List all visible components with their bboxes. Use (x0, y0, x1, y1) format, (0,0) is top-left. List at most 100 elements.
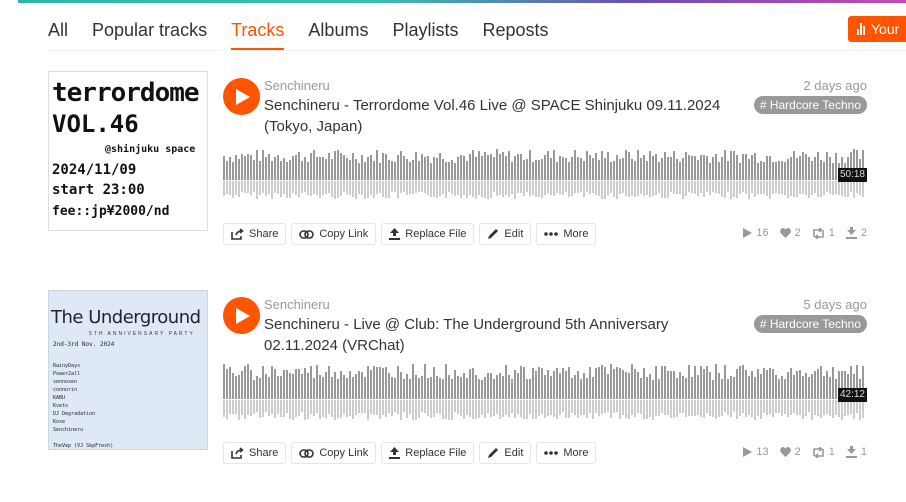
plays-stat[interactable]: 16 (743, 227, 769, 239)
artwork-text: Senchineru (53, 427, 84, 433)
likes-stat[interactable]: 2 (779, 446, 801, 458)
tab-albums[interactable]: Albums (308, 18, 368, 50)
waveform[interactable] (223, 149, 867, 199)
tab-reposts[interactable]: Reposts (482, 18, 548, 50)
waveform-bar-reflection (226, 181, 228, 194)
waveform-bar (487, 373, 489, 399)
waveform-bar-reflection (490, 400, 492, 417)
tab-playlists[interactable]: Playlists (392, 18, 458, 50)
tab-popular-tracks[interactable]: Popular tracks (92, 18, 207, 50)
waveform-bar-reflection (256, 400, 258, 412)
waveform-bar (769, 156, 771, 180)
waveform-bar-reflection (628, 400, 630, 419)
waveform-bar (643, 368, 645, 399)
more-button[interactable]: More (536, 223, 597, 245)
tab-tracks[interactable]: Tracks (231, 18, 285, 50)
track-title[interactable]: Senchineru - Terrordome Vol.46 Live @ SP… (264, 95, 754, 137)
edit-button[interactable]: Edit (479, 442, 532, 464)
waveform-bar-reflection (550, 400, 552, 415)
your-insights-button[interactable]: Your (848, 16, 906, 42)
waveform-bar-reflection (715, 400, 717, 419)
reposts-stat[interactable]: 1 (812, 227, 835, 239)
track-stats: 13 2 1 1 (743, 446, 867, 458)
waveform-bar (283, 158, 285, 180)
downloads-stat[interactable]: 2 (845, 227, 867, 239)
track-uploader[interactable]: Senchineru (264, 78, 330, 93)
waveform-bar-reflection (820, 400, 822, 418)
waveform-bar-reflection (850, 400, 852, 414)
play-button[interactable] (223, 78, 260, 115)
waveform-bar (352, 153, 354, 180)
waveform-bar (754, 153, 756, 180)
waveform-bar (256, 376, 258, 399)
waveform-bar (721, 157, 723, 180)
genre-tag[interactable]: # Hardcore Techno (753, 315, 867, 333)
replace-file-button[interactable]: Replace File (381, 442, 475, 464)
waveform-bar (481, 156, 483, 180)
waveform-bar-reflection (559, 181, 561, 194)
likes-stat[interactable]: 2 (779, 227, 801, 239)
track-stats: 16 2 1 2 (743, 227, 867, 239)
track-artwork[interactable]: terrordome VOL.46 @shinjuku space 2024/1… (48, 71, 208, 231)
waveform-bar-reflection (328, 400, 330, 414)
waveform-bar (793, 151, 795, 180)
edit-button[interactable]: Edit (479, 223, 532, 245)
copy-link-button[interactable]: Copy Link (291, 442, 377, 464)
waveform-bar (655, 154, 657, 180)
waveform-bar (817, 369, 819, 399)
waveform-bar-reflection (532, 181, 534, 195)
waveform-bar (424, 157, 426, 180)
waveform-bar-reflection (745, 400, 747, 417)
waveform-bar (322, 377, 324, 399)
artwork-text: Power2all (53, 371, 81, 377)
waveform-bar (505, 156, 507, 180)
waveform-bar-reflection (247, 400, 249, 415)
waveform-bar-reflection (277, 400, 279, 414)
waveform-bar (337, 379, 339, 399)
share-button[interactable]: Share (223, 442, 287, 464)
artwork-text: RainyDays (53, 363, 81, 369)
waveform-bar-reflection (244, 400, 246, 419)
plays-stat[interactable]: 13 (743, 446, 769, 458)
artwork-text: TheVep (VJ SkpFresh) (53, 443, 114, 449)
track-uploader[interactable]: Senchineru (264, 297, 330, 312)
waveform-bar-reflection (460, 181, 462, 198)
waveform-bar (229, 367, 231, 399)
waveform-bar-reflection (685, 400, 687, 417)
copy-link-button[interactable]: Copy Link (291, 223, 377, 245)
waveform-bar (523, 160, 525, 180)
waveform-bar-reflection (517, 181, 519, 193)
waveform-bar (652, 380, 654, 399)
waveform-bar (454, 163, 456, 180)
waveform-bar-reflection (358, 181, 360, 194)
waveform-bar-reflection (790, 400, 792, 415)
waveform-bar-reflection (478, 400, 480, 418)
downloads-stat[interactable]: 1 (845, 446, 867, 458)
track-artwork[interactable]: The Underground 5TH ANNIVERSARY PARTY 2n… (48, 290, 208, 450)
waveform-bar-reflection (346, 181, 348, 194)
waveform-bar (304, 368, 306, 399)
replace-file-button[interactable]: Replace File (381, 223, 475, 245)
waveform-bar-reflection (799, 181, 801, 194)
waveform-bar (283, 370, 285, 399)
waveform-bar-reflection (724, 400, 726, 412)
reposts-stat[interactable]: 1 (812, 446, 835, 458)
genre-tag[interactable]: # Hardcore Techno (753, 96, 867, 114)
track-title[interactable]: Senchineru - Live @ Club: The Undergroun… (264, 314, 704, 356)
waveform-bar-reflection (283, 400, 285, 417)
waveform-bar-reflection (655, 181, 657, 195)
waveform-bar-reflection (412, 400, 414, 420)
share-button[interactable]: Share (223, 223, 287, 245)
waveform-bar (796, 158, 798, 180)
waveform-bar-reflection (763, 400, 765, 413)
more-button[interactable]: More (536, 442, 597, 464)
waveform-bar (319, 375, 321, 399)
waveform-bar (244, 366, 246, 399)
waveform[interactable] (223, 364, 867, 420)
waveform-bar (694, 366, 696, 399)
share-icon (231, 228, 244, 240)
waveform-bar-reflection (697, 181, 699, 196)
waveform-bar (835, 379, 837, 399)
play-button[interactable] (223, 297, 260, 334)
tab-all[interactable]: All (48, 18, 68, 50)
